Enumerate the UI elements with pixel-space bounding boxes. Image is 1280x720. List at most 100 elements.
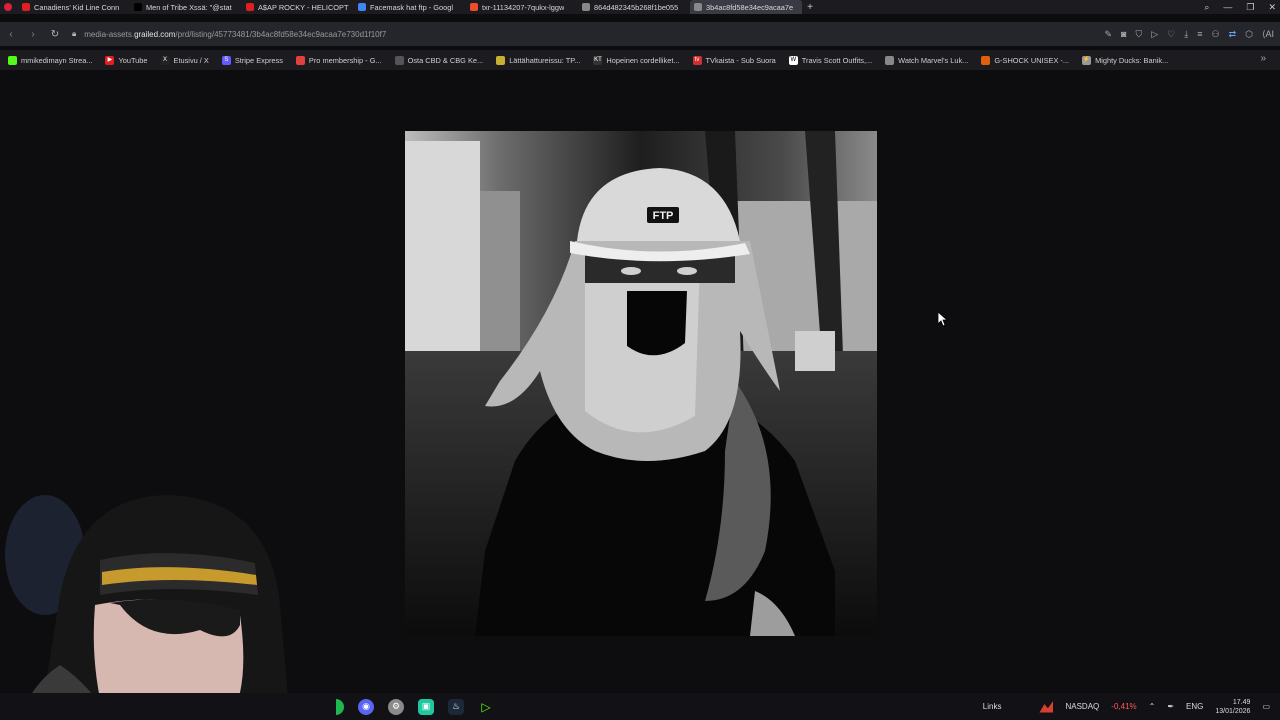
spotify-icon[interactable] (336, 698, 344, 715)
stock-chart-icon[interactable] (1039, 700, 1054, 713)
lightning-icon: ⚡ (1082, 55, 1092, 65)
bookmarks-bar: mmikedimayn Strea... ▶ YouTube X Etusivu / X… (0, 50, 1280, 70)
kick-icon (8, 55, 17, 65)
bookmark-item[interactable]: Watch Marvel's Luk... (885, 55, 968, 65)
settings-app-icon[interactable]: ⚙ (388, 698, 404, 715)
tab-2[interactable]: Men of Tribe Xssä: "@stat (130, 0, 242, 14)
gshock-icon (981, 55, 991, 65)
reload-button[interactable]: ↻ (44, 29, 66, 40)
bookmark-label: mmikedimayn Strea... (21, 55, 93, 65)
swirl-icon (885, 55, 895, 65)
heart-icon[interactable]: ♡ (1167, 29, 1175, 40)
forward-button[interactable]: › (22, 29, 44, 40)
w-icon: W (788, 55, 798, 65)
shield-icon[interactable]: ⛉ (1135, 29, 1142, 40)
tv-icon: tv (692, 55, 702, 65)
window-controls: ⌕ — ❐ ✕ (1204, 0, 1276, 14)
bookmark-item[interactable]: mmikedimayn Strea... (8, 55, 93, 65)
edit-icon[interactable]: ✎ (1105, 29, 1113, 40)
mouse-cursor-icon (938, 312, 948, 327)
tab-title: Facemask hat ftp - Googl (370, 2, 453, 12)
tab-1[interactable]: Canadiens' Kid Line Conn (18, 0, 130, 14)
address-bar: ‹ › ↻ 🔒︎ media-assets. grailed.com/prd/li… (0, 22, 1280, 46)
clock-date: 13/01/2026 (1215, 707, 1251, 715)
bookmark-item[interactable]: S Stripe Express (221, 55, 283, 65)
bookmark-label: Etusivu / X (173, 55, 209, 65)
shopee-icon (470, 3, 478, 11)
bookmark-label: TVkaista - Sub Suora (705, 55, 776, 65)
bookmark-label: G-SHOCK UNISEX -... (994, 55, 1070, 65)
profile-icon[interactable]: ⚇ (1212, 29, 1220, 40)
play-icon[interactable]: ▷ (1151, 29, 1158, 40)
bookmark-item[interactable]: KT Hopeinen cordelliket... (593, 55, 680, 65)
tab-3[interactable]: A$AP ROCKY - HELICOPT (242, 0, 354, 14)
tab-5[interactable]: txr-11134207-7qukx-lggw (466, 0, 578, 14)
bookmark-item[interactable]: tv TVkaista - Sub Suora (692, 55, 776, 65)
opera-logo-icon[interactable] (4, 3, 12, 11)
language-indicator[interactable]: ENG (1186, 702, 1203, 711)
url-field[interactable]: 🔒︎ media-assets. grailed.com/prd/listing/… (72, 29, 386, 39)
lock-icon[interactable]: 🔒︎ (72, 29, 76, 39)
youtube-icon (246, 3, 254, 11)
bookmark-item[interactable]: ⚡ Mighty Ducks: Banik... (1082, 55, 1169, 65)
bookmark-item[interactable]: X Etusivu / X (160, 55, 209, 65)
bookmark-item[interactable]: W Travis Scott Outfits,... (788, 55, 873, 65)
bookmark-label: Travis Scott Outfits,... (801, 55, 873, 65)
pen-icon[interactable]: ✒ (1167, 702, 1174, 711)
messenger-app-icon[interactable]: ▣ (418, 698, 434, 715)
bookmarks-more-icon[interactable]: » (1260, 53, 1266, 64)
bookmark-item[interactable]: ▶ YouTube (105, 55, 148, 65)
bookmark-item[interactable]: Osta CBD & CBG Ke... (394, 55, 483, 65)
bookmark-label: Hopeinen cordelliket... (606, 55, 680, 65)
minimize-button[interactable]: — (1223, 2, 1232, 12)
camera-icon[interactable]: ◙ (1121, 29, 1126, 39)
listing-photo[interactable]: FTP (405, 131, 877, 636)
stock-name[interactable]: NASDAQ (1065, 702, 1099, 711)
x-icon (134, 3, 142, 11)
bookmark-label: YouTube (118, 55, 148, 65)
bookmark-item[interactable]: Pro membership - G... (295, 55, 382, 65)
car-icon (496, 55, 506, 65)
ai-icon[interactable]: ⟨AI (1262, 29, 1274, 40)
taskbar: ◉ ⚙ ▣ ♨ ▷ Links NASDAQ -0,41% ⌃ ✒ ENG 17… (0, 693, 1280, 720)
webcam-overlay (0, 485, 330, 720)
tab-title: Men of Tribe Xssä: "@stat (146, 2, 232, 12)
chevron-up-icon[interactable]: ⌃ (1149, 702, 1156, 711)
bookmark-item[interactable]: Lättähattureissu: TP... (496, 55, 581, 65)
close-button[interactable]: ✕ (1268, 2, 1276, 13)
tab-7[interactable]: 3b4ac8fd58e34ec9acaa7e (690, 0, 802, 14)
tab-6[interactable]: 864d482345b268f1be055 (578, 0, 690, 14)
kt-icon: KT (593, 55, 603, 65)
notification-icon[interactable]: ▭ (1262, 702, 1270, 711)
cube-icon[interactable]: ⬡ (1245, 29, 1253, 40)
tab-title: txr-11134207-7qukx-lggw (482, 2, 565, 12)
clock[interactable]: 17.49 13/01/2026 (1215, 698, 1250, 716)
new-tab-button[interactable]: + (802, 2, 818, 13)
bookmark-item[interactable]: G-SHOCK UNISEX -... (981, 55, 1070, 65)
back-button[interactable]: ‹ (0, 29, 22, 40)
tab-title: 3b4ac8fd58e34ec9acaa7e (706, 2, 794, 12)
bookmark-label: Stripe Express (234, 55, 283, 65)
search-tabs-icon[interactable]: ⌕ (1204, 2, 1209, 13)
translate-icon[interactable]: ⇄ (1229, 29, 1237, 40)
youtube-icon (22, 3, 30, 11)
cap-logo-text: FTP (653, 210, 674, 222)
restore-button[interactable]: ❐ (1246, 2, 1254, 13)
download-icon[interactable]: ⤓ (1184, 29, 1188, 40)
bookmark-label: Lättähattureissu: TP... (509, 55, 581, 65)
location-pin-icon (295, 55, 305, 65)
tab-strip: Canadiens' Kid Line Conn Men of Tribe Xss… (0, 0, 1280, 14)
x-icon: X (160, 55, 170, 65)
screen: Canadiens' Kid Line Conn Men of Tribe Xss… (0, 0, 1280, 720)
links-toolbar[interactable]: Links (983, 702, 1002, 711)
discord-icon[interactable]: ◉ (358, 698, 374, 715)
webcam-image (0, 485, 330, 720)
bookmark-label: Mighty Ducks: Banik... (1095, 55, 1169, 65)
steam-icon[interactable]: ♨ (448, 698, 464, 715)
tab-4[interactable]: Facemask hat ftp - Googl (354, 0, 466, 14)
media-player-icon[interactable]: ▷ (478, 699, 494, 715)
menu-icon[interactable]: ≡ (1197, 29, 1202, 39)
address-bar-actions: ✎ ◙ ⛉ ▷ ♡ ⤓ ≡ ⚇ ⇄ ⬡ ⟨AI (1105, 22, 1275, 46)
taskbar-apps: ◉ ⚙ ▣ ♨ ▷ (336, 693, 494, 720)
globe-icon (394, 55, 404, 65)
